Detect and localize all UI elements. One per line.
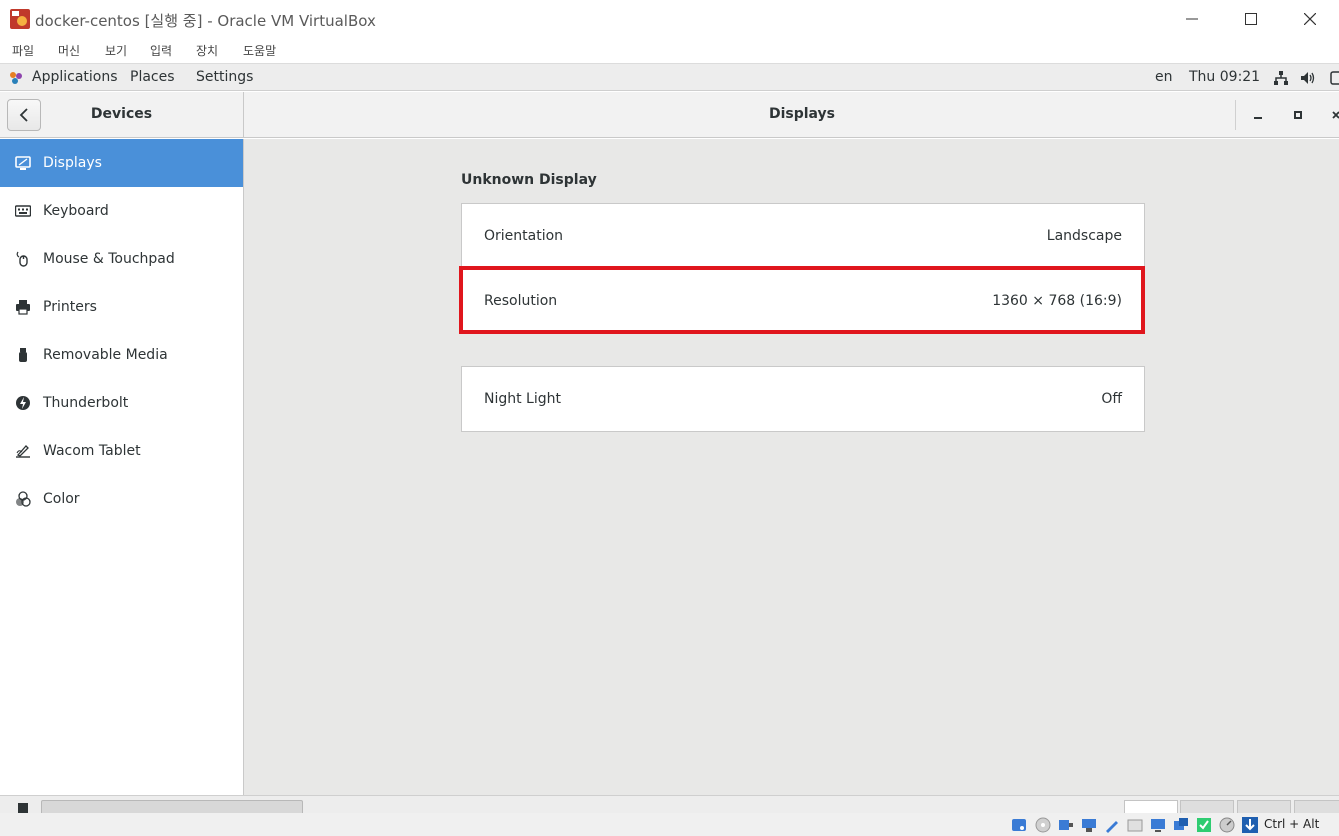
app-close-button[interactable] <box>1323 102 1339 128</box>
host-title-bar: docker-centos [실행 중] - Oracle VM Virtual… <box>0 0 1339 38</box>
sidebar-item-label: Color <box>43 491 80 507</box>
displays-panel: Unknown Display Orientation Landscape Re… <box>244 139 1339 795</box>
orientation-label: Orientation <box>484 228 564 244</box>
page-title: Displays <box>768 106 836 122</box>
tablet-icon <box>15 443 31 459</box>
menu-help[interactable]: 도움말 <box>243 42 276 59</box>
maximize-icon <box>1294 111 1302 119</box>
color-icon <box>15 491 31 507</box>
orientation-row[interactable]: Orientation Landscape <box>462 204 1144 268</box>
workspace-2-button[interactable] <box>1180 800 1234 814</box>
mouse-icon <box>15 251 31 267</box>
gnome-top-bar: Applications Places Settings en Thu 09:2… <box>0 63 1339 91</box>
usb-icon <box>15 347 31 363</box>
host-key-label: Ctrl + Alt <box>1264 817 1320 831</box>
menu-devices[interactable]: 장치 <box>196 42 218 59</box>
app-minimize-button[interactable] <box>1245 102 1271 128</box>
sidebar-item-label: Thunderbolt <box>43 395 129 411</box>
sidebar-item-thunderbolt[interactable]: Thunderbolt <box>0 379 243 427</box>
applications-icon <box>10 72 22 84</box>
sidebar-item-mouse-touchpad[interactable]: Mouse & Touchpad <box>0 235 243 283</box>
menu-view[interactable]: 보기 <box>105 42 127 59</box>
night-light-list: Night Light Off <box>461 366 1145 432</box>
audio-icon[interactable] <box>1057 816 1075 834</box>
menu-file[interactable]: 파일 <box>12 42 34 59</box>
close-icon <box>1332 111 1339 119</box>
close-icon <box>1304 13 1316 25</box>
workspace-1-button[interactable] <box>1124 800 1178 814</box>
applications-menu[interactable]: Applications <box>32 69 118 85</box>
minimize-icon <box>1186 18 1198 20</box>
shared-folder-icon[interactable] <box>1126 816 1144 834</box>
host-menu-bar: 파일 머신 보기 입력 장치 도움말 <box>0 38 1339 62</box>
display-name-heading: Unknown Display <box>461 172 597 188</box>
header-divider-right <box>1235 100 1236 130</box>
input-language[interactable]: en <box>1155 69 1173 85</box>
thunderbolt-icon <box>15 395 31 411</box>
night-light-label: Night Light <box>484 391 561 407</box>
guest-additions-icon[interactable] <box>1195 816 1213 834</box>
sidebar-item-label: Wacom Tablet <box>43 443 141 459</box>
workspace-4-button[interactable] <box>1294 800 1339 814</box>
cpu-icon[interactable] <box>1218 816 1236 834</box>
minimize-icon <box>1254 117 1262 119</box>
sidebar-item-printers[interactable]: Printers <box>0 283 243 331</box>
sidebar-item-label: Displays <box>43 155 102 171</box>
host-key-arrow-icon[interactable] <box>1241 816 1259 834</box>
clock[interactable]: Thu 09:21 <box>1189 69 1260 85</box>
night-light-row[interactable]: Night Light Off <box>462 367 1144 431</box>
maximize-icon <box>1245 13 1257 25</box>
sidebar-item-keyboard[interactable]: Keyboard <box>0 187 243 235</box>
sidebar-item-color[interactable]: Color <box>0 475 243 523</box>
network-icon[interactable] <box>1273 70 1289 86</box>
sidebar-item-label: Keyboard <box>43 203 109 219</box>
sidebar-title: Devices <box>90 106 153 122</box>
app-maximize-button[interactable] <box>1285 102 1311 128</box>
resolution-highlight-box <box>459 266 1145 334</box>
display-icon <box>15 155 31 171</box>
recording-icon[interactable] <box>1172 816 1190 834</box>
sidebar-item-label: Printers <box>43 299 97 315</box>
settings-header-bar: Devices Displays <box>0 92 1339 138</box>
sidebar-item-wacom-tablet[interactable]: Wacom Tablet <box>0 427 243 475</box>
virtualbox-app-icon <box>10 9 30 29</box>
night-light-value: Off <box>1101 391 1122 407</box>
sidebar-item-label: Removable Media <box>43 347 168 363</box>
window-list-bar <box>0 795 1339 814</box>
settings-menu[interactable]: Settings <box>196 69 253 85</box>
minimize-button[interactable] <box>1163 0 1221 38</box>
sidebar-item-displays[interactable]: Displays <box>0 139 243 187</box>
network-adapter-icon[interactable] <box>1080 816 1098 834</box>
window-title: docker-centos [실행 중] - Oracle VM Virtual… <box>35 12 376 30</box>
places-menu[interactable]: Places <box>130 69 175 85</box>
host-status-bar: Ctrl + Alt <box>0 813 1339 836</box>
workspace-3-button[interactable] <box>1237 800 1291 814</box>
menu-input[interactable]: 입력 <box>150 42 172 59</box>
printer-icon <box>15 299 31 315</box>
usb-device-icon[interactable] <box>1103 816 1121 834</box>
devices-sidebar: Displays Keyboard Mouse & Touchpad Print… <box>0 139 244 795</box>
orientation-value: Landscape <box>1046 228 1122 244</box>
sidebar-item-removable-media[interactable]: Removable Media <box>0 331 243 379</box>
keyboard-icon <box>15 203 31 219</box>
hard-disk-icon[interactable] <box>1010 816 1028 834</box>
power-icon[interactable] <box>1330 70 1339 86</box>
maximize-button[interactable] <box>1222 0 1280 38</box>
menu-machine[interactable]: 머신 <box>58 42 80 59</box>
optical-drive-icon[interactable] <box>1034 816 1052 834</box>
close-button[interactable] <box>1281 0 1339 38</box>
display-icon[interactable] <box>1149 816 1167 834</box>
volume-icon[interactable] <box>1300 70 1316 86</box>
taskbar-window-item[interactable] <box>41 800 303 814</box>
sidebar-item-label: Mouse & Touchpad <box>43 251 175 267</box>
